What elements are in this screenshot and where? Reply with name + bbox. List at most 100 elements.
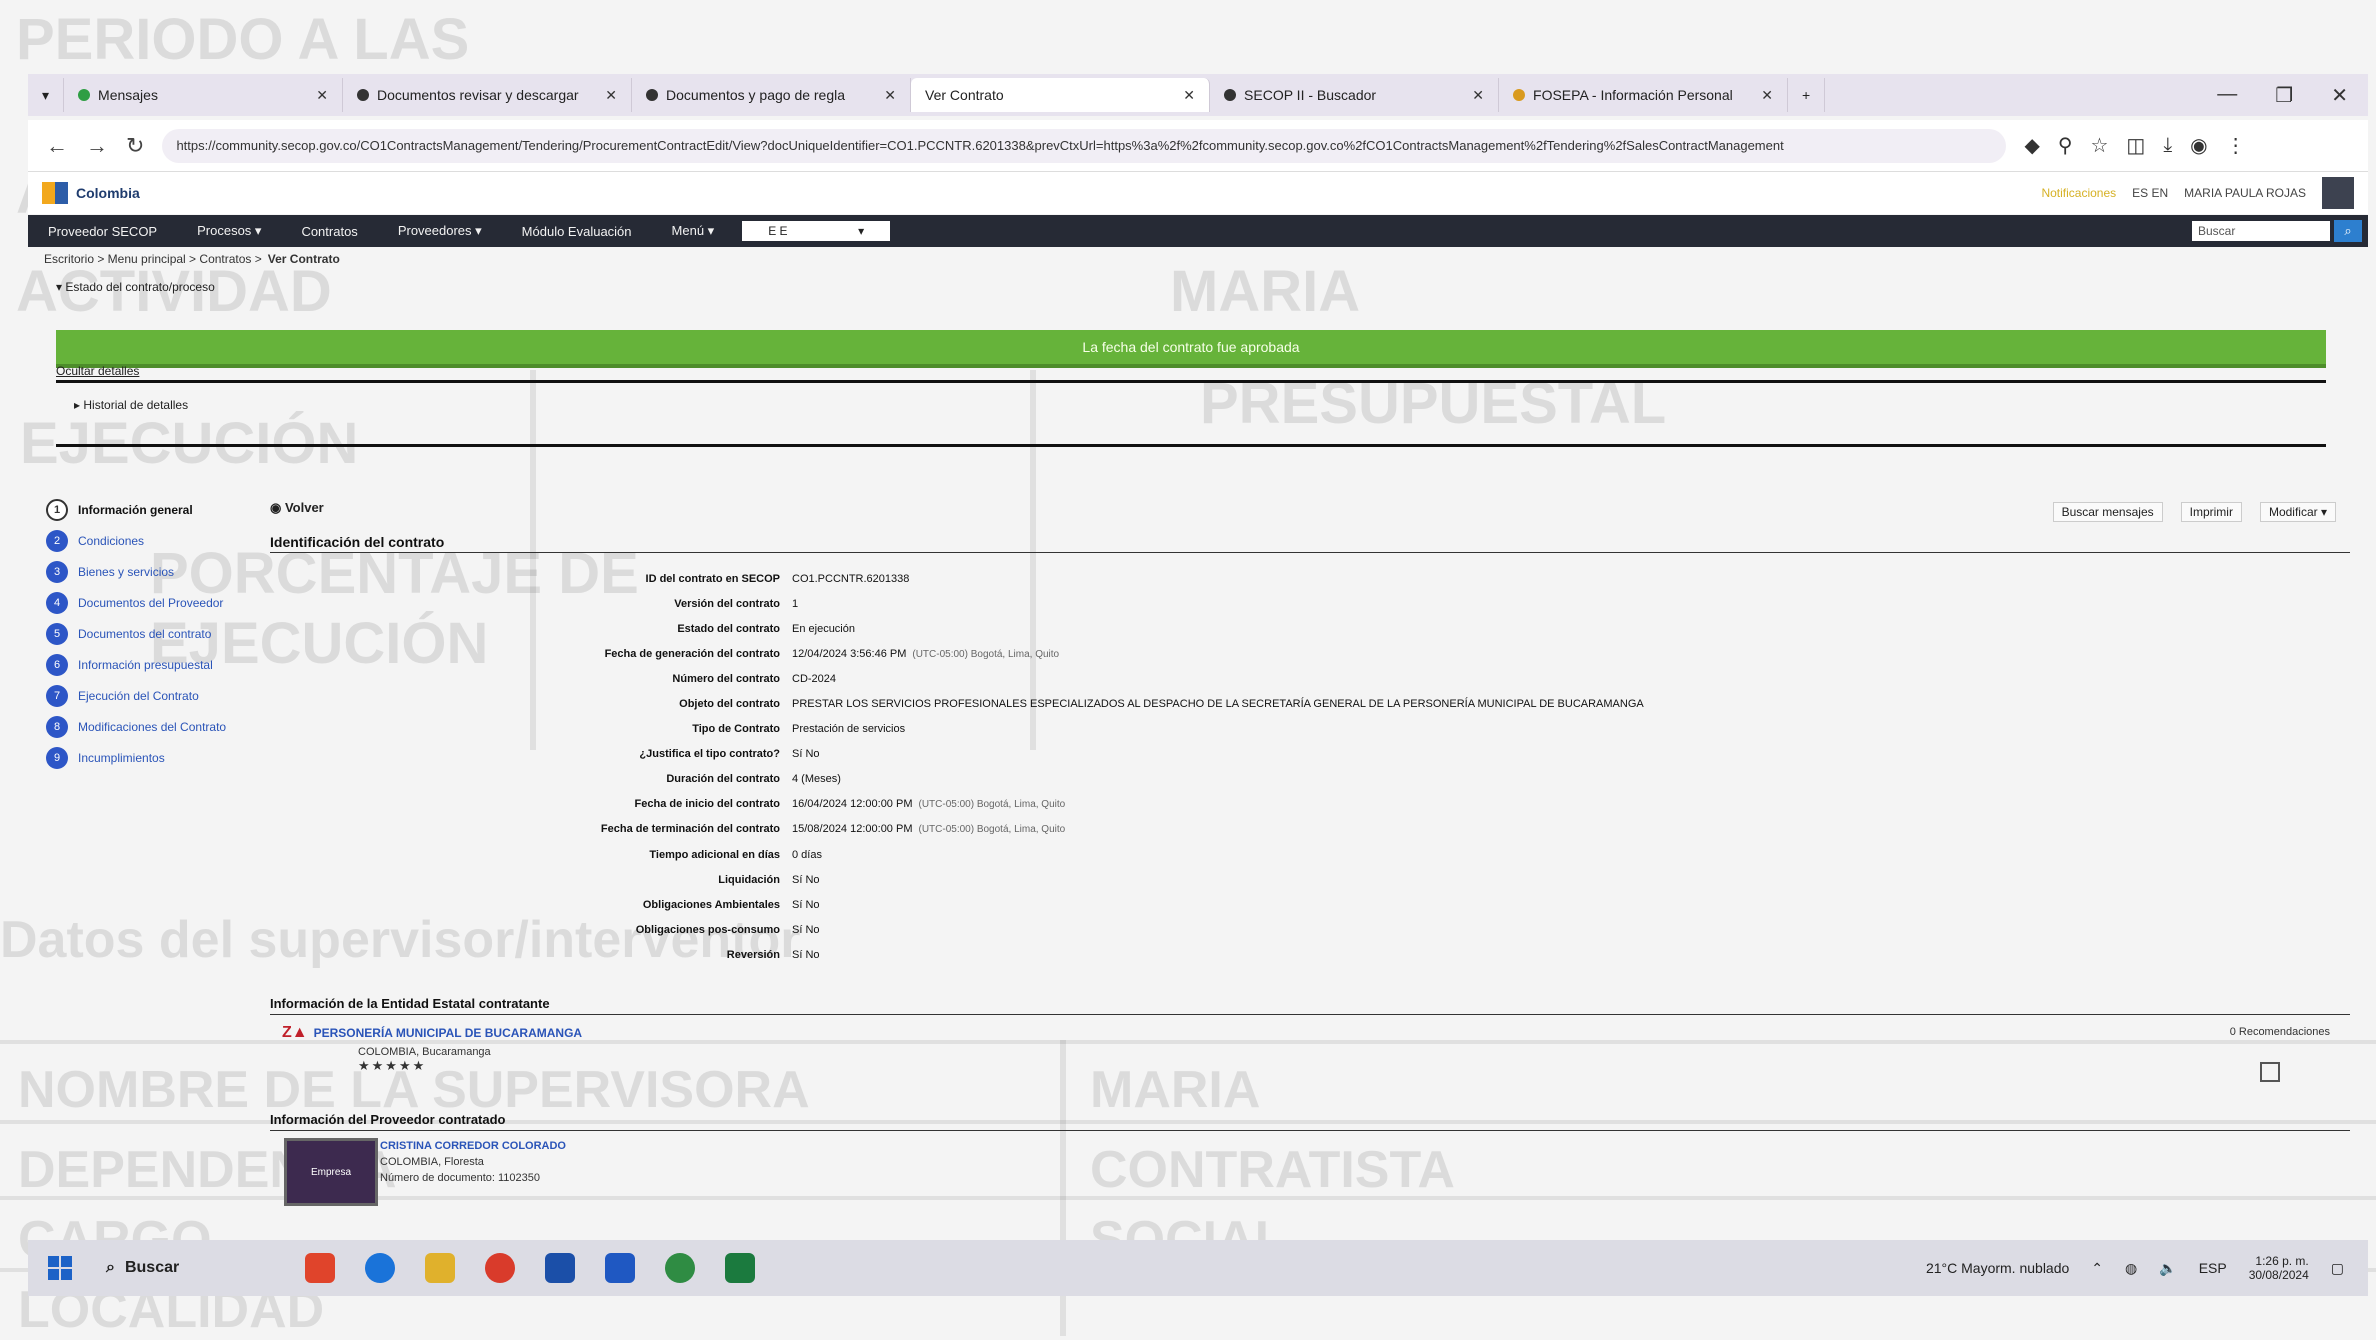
close-icon[interactable]: ✕ xyxy=(316,87,328,104)
yes-no-radio[interactable]: Sí No xyxy=(792,748,820,760)
app-widget-icon[interactable] xyxy=(305,1253,336,1283)
step-item[interactable]: 3 Bienes y servicios xyxy=(46,556,226,587)
back-button[interactable]: ◉ Volver xyxy=(270,500,324,516)
entity-city: COLOMBIA, Bucaramanga xyxy=(358,1046,491,1058)
browser-tab-active[interactable]: Ver Contrato ✕ xyxy=(911,78,1211,112)
close-icon[interactable]: ✕ xyxy=(605,87,617,104)
language-indicator[interactable]: ESP xyxy=(2199,1260,2227,1276)
download-icon[interactable]: ⤓ xyxy=(2163,134,2172,157)
hide-details-link[interactable]: Ocultar detalles xyxy=(56,364,139,378)
star-icon[interactable]: ☆ xyxy=(2090,133,2108,158)
close-window-icon[interactable]: ✕ xyxy=(2331,83,2348,108)
menu-kebab-icon[interactable]: ⋮ xyxy=(2226,133,2246,158)
step-item[interactable]: 5 Documentos del contrato xyxy=(46,618,226,649)
detail-value: En ejecución xyxy=(792,622,855,635)
file-explorer-icon[interactable] xyxy=(425,1253,456,1283)
back-icon[interactable]: ← xyxy=(46,133,68,159)
search-input[interactable]: Buscar xyxy=(2192,221,2330,241)
step-item[interactable]: 8 Modificaciones del Contrato xyxy=(46,711,226,742)
browser-tab[interactable]: FOSEPA - Información Personal ✕ xyxy=(1499,78,1789,112)
provider-badge: Empresa xyxy=(284,1138,378,1206)
weather-widget[interactable]: 21°C Mayorm. nublado xyxy=(1926,1260,2069,1276)
restore-icon[interactable]: ❐ xyxy=(2275,83,2293,108)
step-item[interactable]: 4 Documentos del Proveedor xyxy=(46,587,226,618)
site-logo[interactable]: Colombia xyxy=(42,182,140,204)
menu-item[interactable]: Módulo Evaluación xyxy=(502,224,652,239)
section-heading: Identificación del contrato xyxy=(270,534,445,550)
search-button[interactable]: ⌕ xyxy=(2334,220,2362,242)
checkbox[interactable] xyxy=(2260,1062,2280,1082)
step-label: Incumplimientos xyxy=(78,750,165,765)
reload-icon[interactable]: ↻ xyxy=(126,133,144,159)
extensions-puzzle-icon[interactable]: ◫ xyxy=(2126,133,2145,158)
volume-icon[interactable]: 🔈 xyxy=(2159,1260,2176,1277)
minimize-icon[interactable]: — xyxy=(2217,83,2237,108)
close-icon[interactable]: ✕ xyxy=(1761,87,1773,104)
edge-browser-icon[interactable] xyxy=(365,1253,396,1283)
entity-select[interactable]: E E ▾ xyxy=(742,221,891,241)
provider-name-link[interactable]: CRISTINA CORREDOR COLORADO xyxy=(380,1140,566,1152)
avatar[interactable] xyxy=(2322,177,2354,209)
detail-row: ID del contrato en SECOP CO1.PCCNTR.62013… xyxy=(540,566,1644,591)
mail-icon[interactable] xyxy=(545,1253,576,1283)
zoom-icon[interactable]: ⚲ xyxy=(2058,133,2073,158)
tab-list-button[interactable]: ▾ xyxy=(28,78,65,112)
new-tab-button[interactable]: + xyxy=(1788,78,1826,112)
section-toggle[interactable]: ▾ Estado del contrato/proceso xyxy=(56,280,215,294)
entity-name-link[interactable]: PERSONERÍA MUNICIPAL DE BUCARAMANGA xyxy=(314,1026,582,1040)
history-toggle[interactable]: ▸ Historial de detalles xyxy=(74,398,188,412)
notifications-icon[interactable]: ▢ xyxy=(2331,1260,2344,1277)
step-item[interactable]: 7 Ejecución del Contrato xyxy=(46,680,226,711)
provider-country: COLOMBIA, Floresta xyxy=(380,1156,484,1168)
user-name[interactable]: MARIA PAULA ROJAS xyxy=(2184,186,2306,200)
yes-no-radio[interactable]: Sí No xyxy=(792,899,820,911)
search-messages-button[interactable]: Buscar mensajes xyxy=(2052,502,2163,522)
menu-item[interactable]: Contratos xyxy=(281,224,377,239)
chrome-icon[interactable] xyxy=(665,1253,696,1283)
close-icon[interactable]: ✕ xyxy=(1183,87,1195,104)
yes-no-radio[interactable]: Sí No xyxy=(792,949,820,961)
modify-button[interactable]: Modificar ▾ xyxy=(2259,502,2336,522)
step-item[interactable]: 6 Información presupuestal xyxy=(46,649,226,680)
excel-icon[interactable] xyxy=(725,1253,756,1283)
office-icon[interactable] xyxy=(485,1253,516,1283)
breadcrumb-path[interactable]: Escritorio > Menu principal > Contratos … xyxy=(44,252,262,266)
extension-icon[interactable]: ◆ xyxy=(2024,133,2039,158)
detail-label: Número del contrato xyxy=(672,672,780,685)
user-zone: Notificaciones ES EN MARIA PAULA ROJAS xyxy=(2041,177,2368,209)
print-button[interactable]: Imprimir xyxy=(2180,502,2242,522)
close-icon[interactable]: ✕ xyxy=(884,87,896,104)
detail-label: Obligaciones Ambientales xyxy=(642,898,780,911)
browser-tab[interactable]: Mensajes ✕ xyxy=(64,78,344,112)
step-item[interactable]: 1 Información general xyxy=(46,494,226,525)
detail-row: Número del contrato CD-2024 xyxy=(540,666,1644,691)
menu-item[interactable]: Procesos ▾ xyxy=(177,223,281,239)
steps-nav: 1 Información general 2 Condiciones 3 Biene… xyxy=(46,494,226,773)
menu-item[interactable]: Menú ▾ xyxy=(652,223,735,239)
clock[interactable]: 1:26 p. m. 30/08/2024 xyxy=(2249,1254,2309,1282)
url-field[interactable]: https://community.secop.gov.co/CO1Contra… xyxy=(162,128,2007,163)
language-switch[interactable]: ES EN xyxy=(2132,186,2168,200)
step-number: 8 xyxy=(46,715,68,738)
chevron-down-icon: ▾ xyxy=(858,224,865,238)
step-item[interactable]: 2 Condiciones xyxy=(46,525,226,556)
profile-icon[interactable]: ◉ xyxy=(2190,133,2207,158)
forward-icon[interactable]: → xyxy=(86,133,108,159)
word-icon[interactable] xyxy=(605,1253,636,1283)
step-item[interactable]: 9 Incumplimientos xyxy=(46,742,226,773)
tray-chevron-icon[interactable]: ⌃ xyxy=(2091,1260,2103,1277)
windows-start-icon[interactable] xyxy=(48,1256,72,1280)
close-icon[interactable]: ✕ xyxy=(1472,87,1484,104)
browser-tab[interactable]: Documentos y pago de regla ✕ xyxy=(632,78,912,112)
notifications-link[interactable]: Notificaciones xyxy=(2041,186,2116,200)
taskbar-search[interactable]: ⌕ Buscar xyxy=(106,1259,179,1277)
recommendations-note: 0 Recomendaciones xyxy=(2229,1026,2330,1038)
browser-tab[interactable]: SECOP II - Buscador ✕ xyxy=(1210,78,1500,112)
menu-item[interactable]: Proveedor SECOP xyxy=(28,224,177,239)
ghost-text: MARIA xyxy=(1090,1061,1261,1119)
yes-no-radio[interactable]: Sí No xyxy=(792,874,820,886)
network-icon[interactable]: ◍ xyxy=(2125,1260,2137,1277)
yes-no-radio[interactable]: Sí No xyxy=(792,924,820,936)
browser-tab[interactable]: Documentos revisar y descargar ✕ xyxy=(343,78,633,112)
menu-item[interactable]: Proveedores ▾ xyxy=(378,223,502,239)
